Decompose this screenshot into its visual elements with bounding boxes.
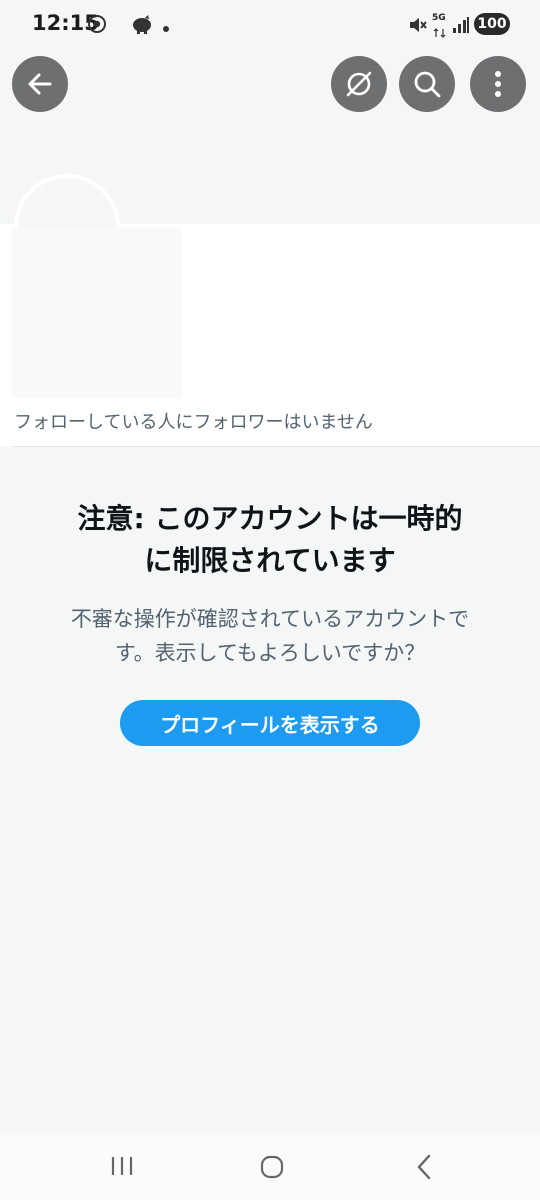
notification-dot [163,26,169,32]
battery-indicator: 100 [474,13,510,35]
chrome-icon [88,15,106,33]
piggy-bank-icon [133,15,151,34]
back-button[interactable] [12,56,68,112]
nav-back-icon[interactable] [414,1154,434,1180]
home-icon[interactable] [260,1155,284,1179]
system-nav-bar [0,1133,540,1200]
search-icon [414,71,441,98]
arrow-left-icon [28,73,52,95]
more-vertical-icon [495,71,501,97]
search-button[interactable] [399,56,455,112]
eye-slash-icon [346,71,372,97]
signal-icon [453,17,469,33]
avatar-placeholder [12,228,182,398]
more-options-button[interactable] [470,56,526,112]
mute-icon [410,18,427,32]
warning-body-line-1: 不審な操作が確認されているアカウントで [70,607,470,631]
status-bar: 12:15 5G 100 [0,0,540,44]
divider [14,446,540,447]
followers-you-know-text: フォローしている人にフォロワーはいません [14,412,373,433]
view-profile-button[interactable]: プロフィールを表示する [120,700,420,746]
warning-title-line-1: 注意: このアカウントは一時的 [77,502,463,535]
restriction-warning-body: 不審な操作が確認されているアカウントで す。表示してもよろしいですか？ [40,602,500,670]
app-screen: 12:15 5G 100 フォローしている人にフォロワーはいません 注意: この… [0,0,540,1200]
warning-body-line-2: す。表示してもよろしいですか？ [114,641,426,665]
recent-apps-icon[interactable] [110,1155,134,1177]
network-label: 5G [432,13,446,23]
hide-button[interactable] [331,56,387,112]
network-5g-icon: 5G [432,13,448,38]
restriction-warning-title: 注意: このアカウントは一時的 に制限されています [40,498,500,582]
warning-title-line-2: に制限されています [144,544,396,577]
